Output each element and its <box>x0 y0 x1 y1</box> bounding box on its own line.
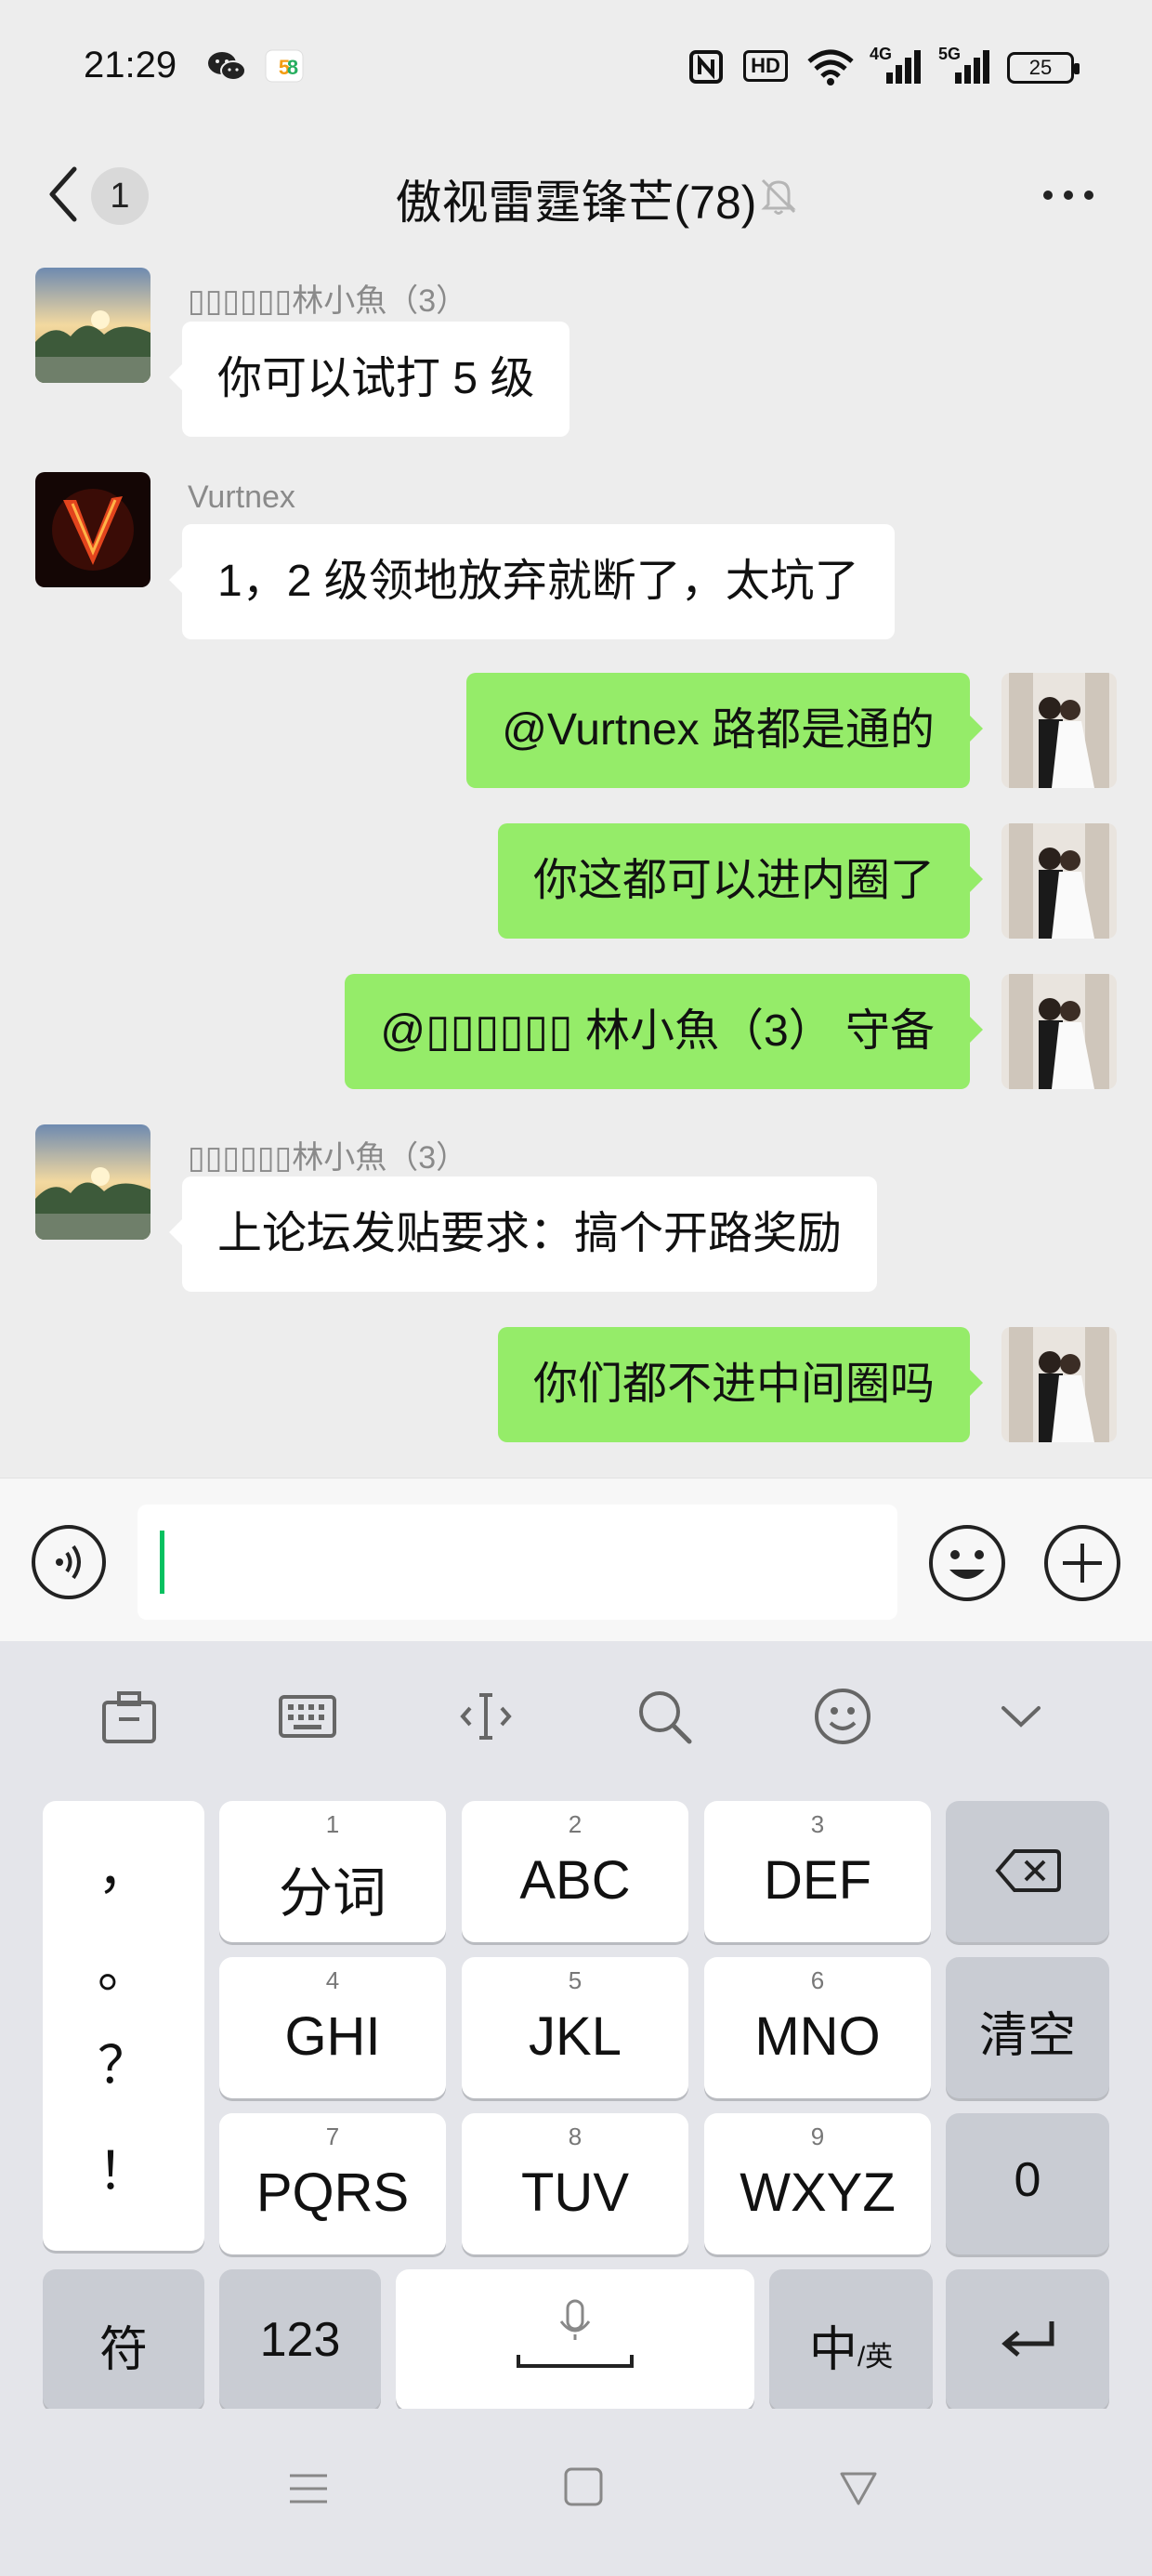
wedding-avatar-image <box>1001 673 1117 788</box>
keyboard-layout-icon[interactable] <box>275 1684 340 1749</box>
backspace-key[interactable] <box>946 1801 1109 1942</box>
enter-arrow-icon <box>1001 2321 1054 2357</box>
numbers-key[interactable]: 123 <box>219 2269 381 2411</box>
search-icon[interactable] <box>632 1684 697 1749</box>
app-58-notification-icon: 5 8 <box>265 49 304 83</box>
text-cursor <box>160 1531 164 1594</box>
input-bar <box>0 1478 1152 1641</box>
avatar-self[interactable] <box>1001 823 1117 939</box>
cursor-move-icon[interactable] <box>453 1684 518 1749</box>
wedding-avatar-image <box>1001 974 1117 1089</box>
avatar-linxiaoyu[interactable] <box>35 1124 151 1240</box>
key-1-fenci[interactable]: 1 分词 <box>219 1801 446 1942</box>
svg-text:8: 8 <box>287 56 298 79</box>
incoming-message-bubble[interactable]: 1，2 级领地放弃就断了，太坑了 <box>169 524 895 639</box>
more-options-icon[interactable] <box>1041 177 1096 214</box>
avatar-self[interactable] <box>1001 974 1117 1089</box>
battery-level: 25 <box>1028 56 1053 79</box>
clear-key[interactable]: 清空 <box>946 1957 1109 2098</box>
zero-key[interactable]: 0 <box>946 2113 1109 2254</box>
enter-key[interactable] <box>946 2269 1109 2411</box>
space-key[interactable] <box>396 2269 754 2411</box>
nfc-icon <box>689 50 723 84</box>
signal-4g-icon <box>886 50 921 84</box>
back-nav-icon[interactable] <box>836 2466 881 2511</box>
punct-exclaim-key[interactable]: ！ <box>43 2130 204 2205</box>
avatar-self[interactable] <box>1001 673 1117 788</box>
emoji-panel-icon[interactable] <box>810 1684 875 1749</box>
clipboard-icon[interactable] <box>97 1684 162 1749</box>
avatar-vurtnex[interactable] <box>35 472 151 587</box>
battery-indicator: 25 <box>1007 52 1080 84</box>
avatar-self[interactable] <box>1001 1327 1117 1442</box>
hd-voice-icon: HD <box>743 50 788 82</box>
key-7-pqrs[interactable]: 7 PQRS <box>219 2113 446 2254</box>
emoji-icon[interactable] <box>927 1523 1007 1603</box>
key-9-wxyz[interactable]: 9 WXYZ <box>704 2113 931 2254</box>
chat-title: 傲视雷霆锋芒(78) <box>395 177 757 229</box>
signal-5g-icon <box>955 50 989 84</box>
message-input[interactable] <box>137 1505 897 1620</box>
symbols-key[interactable]: 符 <box>43 2269 204 2411</box>
incoming-message-bubble[interactable]: 上论坛发贴要求：搞个开路奖励 <box>168 1176 878 1292</box>
avatar-linxiaoyu[interactable] <box>35 268 151 383</box>
key-8-tuv[interactable]: 8 TUV <box>462 2113 688 2254</box>
punct-comma-key[interactable]: ， <box>43 1829 204 1904</box>
chat-header: 1 傲视雷霆锋芒(78) <box>0 139 1152 249</box>
key-6-mno[interactable]: 6 MNO <box>704 1957 931 2098</box>
punct-question-key[interactable]: ？ <box>43 2024 204 2099</box>
voice-input-icon[interactable] <box>30 1523 108 1601</box>
punctuation-column[interactable]: ， 。 ？ ！ <box>43 1801 204 2251</box>
landscape-avatar-image <box>35 1124 151 1240</box>
wifi-icon <box>807 49 854 85</box>
wechat-notification-icon <box>208 52 246 81</box>
outgoing-message-bubble[interactable]: 你这都可以进内圈了 <box>497 823 984 939</box>
outgoing-message-bubble[interactable]: @▯▯▯▯▯▯ 林小魚（3） 守备 <box>345 974 983 1089</box>
collapse-keyboard-icon[interactable] <box>988 1684 1054 1749</box>
system-navigation-bar <box>0 2409 1152 2576</box>
fire-v-avatar-image <box>35 472 151 587</box>
outgoing-message-bubble[interactable]: 你们都不进中间圈吗 <box>497 1327 984 1442</box>
wedding-avatar-image <box>1001 823 1117 939</box>
punct-period-key[interactable]: 。 <box>43 1927 204 2003</box>
wedding-avatar-image <box>1001 1327 1117 1442</box>
key-5-jkl[interactable]: 5 JKL <box>462 1957 688 2098</box>
clock: 21:29 <box>84 45 177 85</box>
menu-nav-icon[interactable] <box>286 2466 331 2511</box>
landscape-avatar-image <box>35 268 151 383</box>
status-bar: 21:29 5 8 HD 4G 5G 25 <box>0 0 1152 139</box>
incoming-message-bubble[interactable]: 你可以试打 5 级 <box>168 322 570 437</box>
add-more-icon[interactable] <box>1042 1523 1122 1603</box>
sender-name: Vurtnex <box>188 480 295 515</box>
home-nav-icon[interactable] <box>561 2464 606 2509</box>
ime-keyboard: ， 。 ？ ！ 1 分词 2 ABC 3 DEF 4 GHI 5 JKL 6 M… <box>0 1641 1152 2411</box>
outgoing-message-bubble[interactable]: @Vurtnex 路都是通的 <box>466 673 983 788</box>
message-list[interactable]: ▯▯▯▯▯▯林小魚（3） 你可以试打 5 级 Vurtnex 1，2 级领地放弃… <box>0 249 1152 1478</box>
key-4-ghi[interactable]: 4 GHI <box>219 1957 446 2098</box>
sender-name: ▯▯▯▯▯▯林小魚（3） <box>188 283 468 319</box>
sender-name: ▯▯▯▯▯▯林小魚（3） <box>188 1140 468 1176</box>
language-switch-key[interactable]: 中/英 <box>769 2269 933 2411</box>
key-3-def[interactable]: 3 DEF <box>704 1801 931 1942</box>
muted-bell-icon <box>761 178 796 215</box>
space-mic-icon <box>517 2299 634 2368</box>
backspace-icon <box>995 1849 1061 1892</box>
key-2-abc[interactable]: 2 ABC <box>462 1801 688 1942</box>
